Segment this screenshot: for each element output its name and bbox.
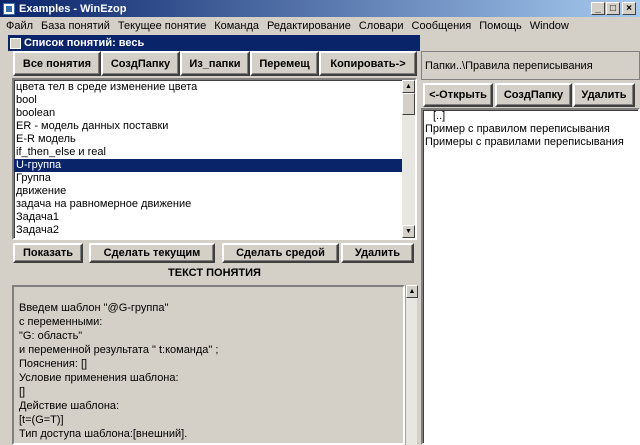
minimize-button[interactable]: _ [591, 2, 605, 15]
delete-button[interactable]: Удалить [341, 243, 414, 263]
concept-text-line: [t=(G=T)] [19, 414, 64, 426]
folder-list[interactable]: [..] Пример с правилом переписывания При… [421, 108, 640, 445]
concept-list-item[interactable]: boolean [14, 107, 402, 120]
concept-list-item[interactable]: цвета тел в среде изменение цвета [14, 81, 402, 94]
concept-text-line: Введем шаблон "@G-группа" [19, 302, 169, 314]
from-folder-button[interactable]: Из_папки [180, 51, 250, 76]
close-button[interactable]: × [622, 2, 636, 15]
make-current-button[interactable]: Сделать текущим [89, 243, 215, 263]
scroll-up-arrow-icon[interactable]: ▲ [402, 80, 415, 93]
window-titlebar: Examples - WinEzop _ □ × [0, 0, 640, 17]
concept-text-scrollbar[interactable]: ▲ [405, 285, 418, 445]
concept-text-line: Тип доступа шаблона:[внешний]. [19, 428, 188, 440]
concept-list-item[interactable]: U-группа [14, 159, 402, 172]
menu-help[interactable]: Помощь [475, 20, 526, 32]
menu-concept-base[interactable]: База понятий [37, 20, 114, 32]
concept-text-line: Пояснения: [] [19, 358, 88, 370]
menu-current-concept[interactable]: Текущее понятие [114, 20, 210, 32]
move-button[interactable]: Перемещ [250, 51, 319, 76]
right-create-folder-button[interactable]: СоздПапку [495, 83, 572, 107]
all-concepts-button[interactable]: Все понятия [13, 51, 101, 76]
app-icon [3, 2, 15, 15]
document-icon [10, 37, 21, 49]
concept-list-scrollbar[interactable]: ▲ ▼ [402, 80, 415, 238]
concept-text-line: [] [19, 386, 26, 398]
concept-list-item[interactable]: движение [14, 185, 402, 198]
show-button[interactable]: Показать [13, 243, 83, 263]
scroll-down-arrow-icon[interactable]: ▼ [402, 225, 415, 238]
menu-messages[interactable]: Сообщения [408, 20, 476, 32]
concept-text-area[interactable]: Введем шаблон "@G-группа" с переменными:… [12, 285, 405, 445]
menu-file[interactable]: Файл [2, 20, 37, 32]
menu-edit[interactable]: Редактирование [263, 20, 355, 32]
concept-list-window-title: Список понятий: весь [8, 35, 420, 51]
maximize-button[interactable]: □ [606, 2, 620, 15]
right-delete-button[interactable]: Удалить [573, 83, 635, 107]
concept-list-item[interactable]: задача на равномерное движение [14, 198, 402, 211]
concept-list-item[interactable]: Группа [14, 172, 402, 185]
menu-window[interactable]: Window [526, 20, 573, 32]
folder-item[interactable]: Пример с правилом переписывания [423, 123, 638, 136]
folder-parent-item[interactable]: [..] [423, 110, 638, 123]
menubar: Файл База понятий Текущее понятие Команд… [0, 17, 640, 35]
concept-text-line: Действие шаблона: [19, 400, 120, 412]
concept-list-item[interactable]: Задача2 [14, 224, 402, 237]
concept-text-line: и переменной результата " t:команда" ; [19, 344, 219, 356]
concept-text-header: ТЕКСТ ПОНЯТИЯ [168, 266, 261, 279]
concept-text-line: "G: область" [19, 330, 83, 342]
concept-list[interactable]: цвета тел в среде изменение цвета bool boo… [12, 78, 417, 240]
concept-text-line: Условие применения шаблона: [19, 372, 179, 384]
folder-item[interactable]: Примеры с правилами переписывания [423, 136, 638, 149]
menu-dictionaries[interactable]: Словари [355, 20, 408, 32]
window-title: Examples - WinEzop [19, 2, 127, 15]
scroll-thumb[interactable] [402, 93, 415, 115]
concept-list-item[interactable]: ER - модель данных поставки [14, 120, 402, 133]
text-scroll-up-arrow-icon[interactable]: ▲ [406, 285, 418, 298]
make-environment-button[interactable]: Сделать средой [222, 243, 339, 263]
concept-text-line: с переменными: [19, 316, 103, 328]
open-folder-button[interactable]: <-Открыть [423, 83, 493, 107]
concept-list-item[interactable]: if_then_else и real [14, 146, 402, 159]
concept-list-item[interactable]: E-R модель [14, 133, 402, 146]
menu-command[interactable]: Команда [210, 20, 263, 32]
concept-list-item[interactable]: Задача1 [14, 211, 402, 224]
concept-list-item[interactable]: bool [14, 94, 402, 107]
copy-button[interactable]: Копировать-> [319, 51, 417, 76]
create-folder-button[interactable]: СоздПапку [101, 51, 180, 76]
concept-list-title: Список понятий: весь [24, 37, 145, 49]
folder-path: Папки..\Правила переписывания [421, 51, 640, 80]
